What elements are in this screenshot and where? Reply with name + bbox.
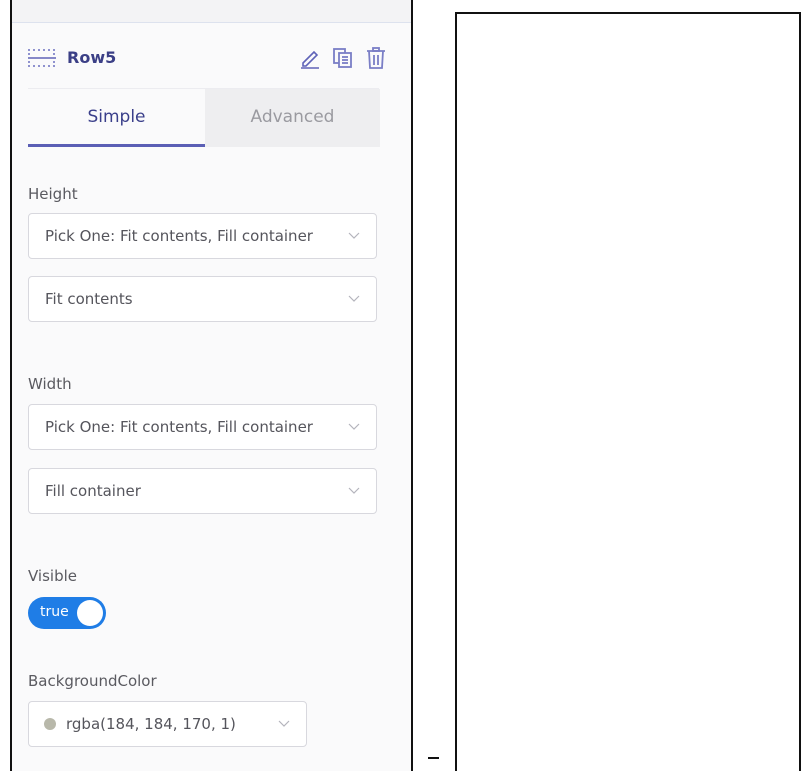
width-mode-select[interactable]: Pick One: Fit contents, Fill container: [28, 404, 377, 450]
width-value: Fill container: [45, 482, 141, 500]
panel-top-strip: [12, 0, 411, 23]
component-header: Row5: [27, 42, 389, 82]
copy-icon[interactable]: [332, 46, 354, 70]
chevron-down-icon: [348, 232, 360, 239]
tab-advanced[interactable]: Advanced: [205, 89, 380, 147]
preview-canvas[interactable]: [455, 12, 801, 771]
background-color-label: BackgroundColor: [28, 672, 157, 690]
height-mode-value: Pick One: Fit contents, Fill container: [45, 227, 313, 245]
trash-icon[interactable]: [365, 46, 387, 70]
visible-toggle-text: true: [40, 604, 69, 620]
visible-toggle[interactable]: true: [28, 597, 106, 629]
chevron-down-icon: [348, 295, 360, 302]
chevron-down-icon: [278, 720, 290, 727]
height-value: Fit contents: [45, 290, 133, 308]
width-label: Width: [28, 375, 72, 393]
tab-bar: Simple Advanced: [28, 89, 380, 147]
height-label: Height: [28, 185, 78, 203]
tab-simple[interactable]: Simple: [28, 89, 205, 147]
height-mode-select[interactable]: Pick One: Fit contents, Fill container: [28, 213, 377, 259]
background-color-select[interactable]: rgba(184, 184, 170, 1): [28, 701, 307, 747]
properties-panel: Row5 Simple Advanced Height Pick One: Fi…: [10, 0, 413, 771]
pencil-icon[interactable]: [299, 46, 321, 70]
header-actions: [299, 46, 389, 70]
height-value-select[interactable]: Fit contents: [28, 276, 377, 322]
chevron-down-icon: [348, 487, 360, 494]
width-mode-value: Pick One: Fit contents, Fill container: [45, 418, 313, 436]
chevron-down-icon: [348, 423, 360, 430]
properties-panel-body: Row5 Simple Advanced Height Pick One: Fi…: [12, 0, 411, 771]
component-title: Row5: [67, 48, 117, 67]
separator-dash: [428, 757, 439, 759]
color-swatch: [44, 718, 56, 730]
visible-label: Visible: [28, 567, 77, 585]
background-color-value: rgba(184, 184, 170, 1): [66, 715, 236, 733]
row-grid-icon: [28, 49, 56, 67]
toggle-knob: [77, 600, 103, 626]
width-value-select[interactable]: Fill container: [28, 468, 377, 514]
